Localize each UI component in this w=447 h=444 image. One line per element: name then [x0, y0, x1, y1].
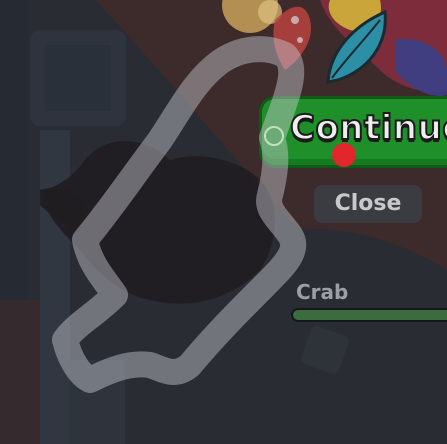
cursor-dot	[332, 143, 356, 167]
game-screen: Continue Close Crab	[0, 0, 447, 444]
cursor-dot-icon	[332, 143, 356, 167]
